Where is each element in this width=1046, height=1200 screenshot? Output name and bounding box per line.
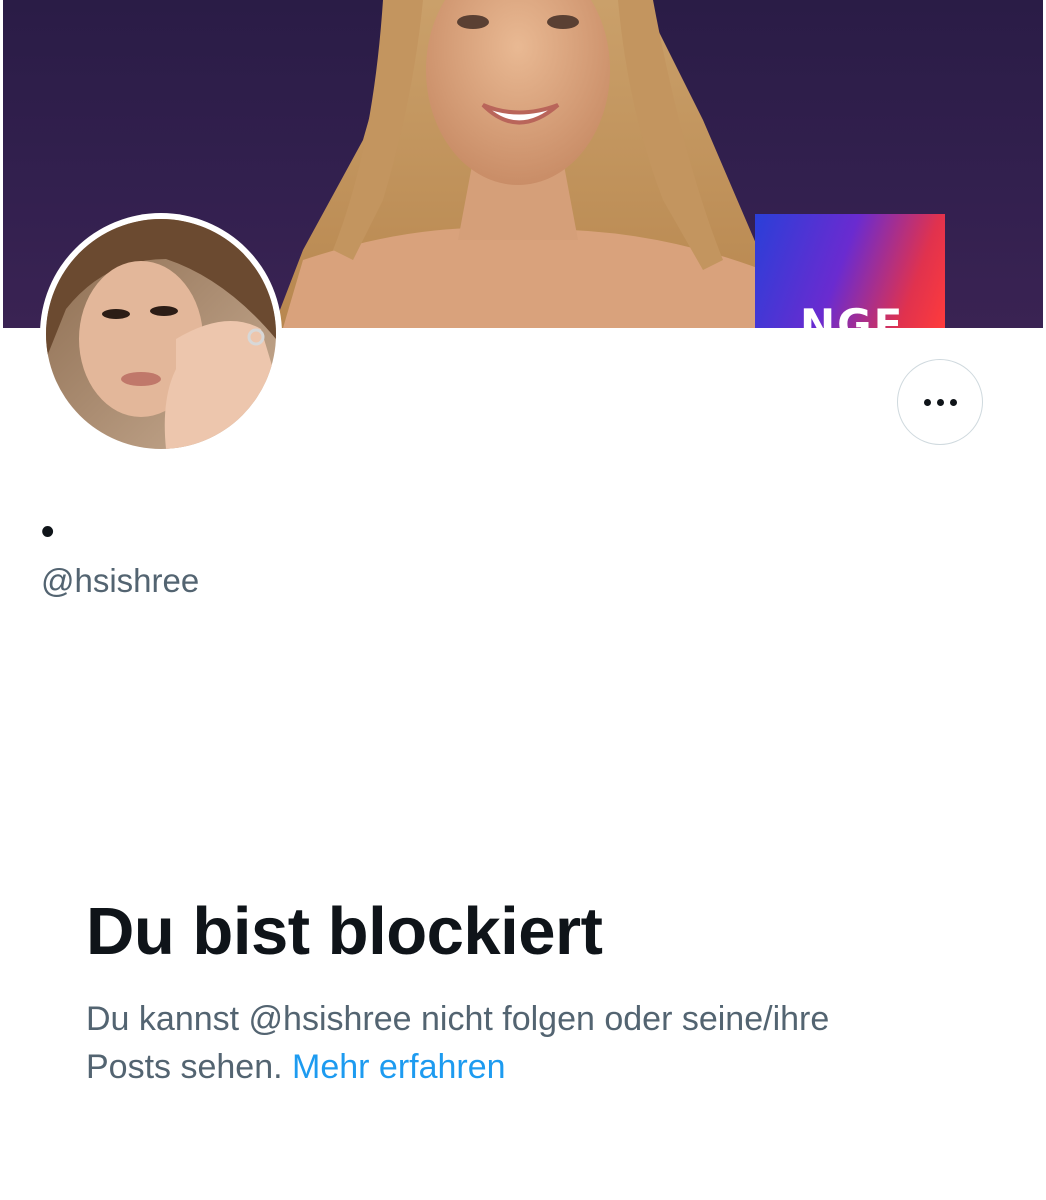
blocked-description-line1: Du kannst @hsishree nicht folgen oder se…	[86, 1000, 830, 1038]
blocked-description-line2: Posts sehen.	[86, 1048, 283, 1086]
more-options-button[interactable]	[897, 359, 983, 445]
blocked-title: Du bist blockiert	[86, 894, 603, 969]
display-name: •	[41, 511, 55, 553]
profile-handle: @hsishree	[41, 562, 200, 599]
learn-more-link[interactable]: Mehr erfahren	[292, 1048, 506, 1086]
avatar-photo	[46, 219, 276, 449]
avatar[interactable]	[40, 213, 282, 455]
banner-sign-text: NGE	[800, 300, 905, 328]
profile-page: NGE • @hsishree Du bist blockiert Du kan…	[0, 0, 1046, 1200]
more-horizontal-icon	[923, 398, 957, 406]
blocked-description: Du kannst @hsishree nicht folgen oder se…	[86, 995, 986, 1091]
